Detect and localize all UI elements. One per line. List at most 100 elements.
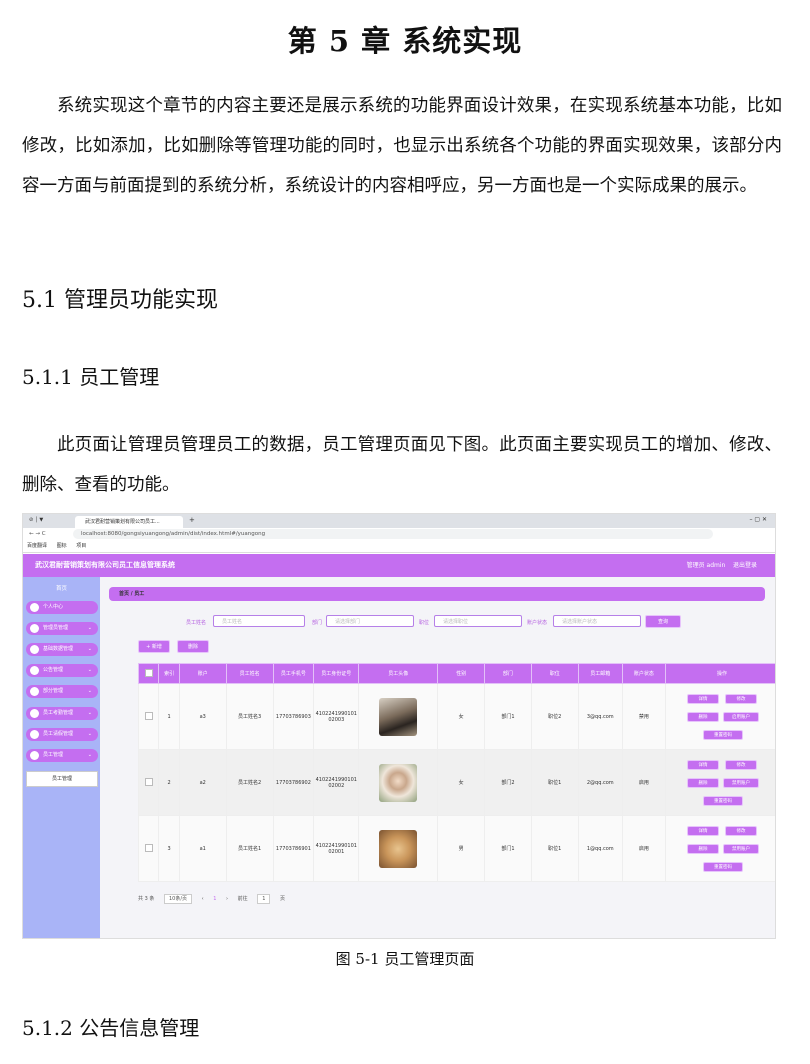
row-actions: 详情 修改 删除 禁用账户 重置密码 [667, 824, 775, 874]
search-post-select[interactable]: 请选择职位 [434, 615, 522, 627]
query-button[interactable]: 查询 [645, 615, 681, 628]
chapter-title: 第 5 章 系统实现 [287, 24, 523, 58]
cell-name: 员工姓名1 [225, 815, 274, 882]
cell-account: a3 [178, 683, 227, 750]
add-button[interactable]: + 新增 [138, 640, 170, 653]
logout-link[interactable]: 退出登录 [733, 562, 757, 569]
cell-post: 职位2 [530, 683, 579, 750]
table-row: 3 a1 员工姓名1 17703786901 41022419901010200… [137, 815, 775, 882]
reset-password-button[interactable]: 重置密码 [703, 795, 743, 806]
cell-account: a2 [178, 749, 227, 816]
cell-email: 1@qq.com [577, 815, 623, 882]
enable-account-button[interactable]: 启用账户 [723, 711, 759, 722]
browser-tabbar: ⊘ │ ▼ 武汉君耐营销策划有限公司员工... + – ▢ ✕ [23, 514, 775, 528]
reset-password-button[interactable]: 重置密码 [703, 729, 743, 740]
section-heading-5-1-1: 5.1.1 员工管理 [22, 365, 160, 389]
app-header: 武汉君耐营销策划有限公司员工信息管理系统 管理员 admin 退出登录 [23, 554, 775, 577]
intro-paragraph: 系统实现这个章节的内容主要还是展示系统的功能界面设计效果，在实现系统基本功能，比… [22, 96, 782, 196]
cell-phone: 17703786903 [272, 683, 315, 750]
col-header: 部门 [484, 663, 532, 684]
cell-post: 职位1 [530, 749, 579, 816]
detail-button[interactable]: 详情 [687, 825, 719, 836]
edit-button[interactable]: 修改 [725, 759, 757, 770]
window-controls-icon[interactable]: – ▢ ✕ [749, 516, 767, 523]
bookmark-item[interactable]: 百度翻译 [27, 543, 47, 549]
edit-button[interactable]: 修改 [725, 825, 757, 836]
cell-idcard: 410224199010102003 [313, 683, 360, 750]
table-header-row: 索引 账户 员工姓名 员工手机号 员工身份证号 员工头像 性别 部门 职位 员工… [137, 663, 775, 684]
row-delete-button[interactable]: 删除 [687, 777, 719, 788]
url-field[interactable]: localhost:8080/gongsiyuangong/admin/dist… [73, 529, 713, 539]
col-header: 操作 [665, 663, 775, 684]
bookmark-item[interactable]: 图标 [57, 543, 67, 549]
cell-phone: 17703786901 [272, 815, 315, 882]
sidebar-item[interactable]: 员工请假管理 ⌄ [26, 728, 98, 741]
avatar-photo [379, 697, 418, 736]
cell-status: 启用 [621, 815, 667, 882]
menu-icon [30, 709, 39, 718]
sidebar-item[interactable]: 个人中心 [26, 601, 98, 614]
sidebar-item[interactable]: 管理员管理 ⌄ [26, 622, 98, 635]
sidebar-item[interactable]: 部分管理 ⌄ [26, 685, 98, 698]
select-all-checkbox[interactable] [137, 663, 160, 684]
sidebar-item[interactable]: 基础数据管理 ⌄ [26, 643, 98, 656]
section-heading-5-1-2: 5.1.2 公告信息管理 [22, 1016, 200, 1040]
row-actions: 详情 修改 删除 禁用账户 重置密码 [667, 758, 775, 808]
employee-table: 索引 账户 员工姓名 员工手机号 员工身份证号 员工头像 性别 部门 职位 员工… [137, 663, 775, 882]
cell-email: 2@qq.com [577, 749, 623, 816]
pager-total: 共 3 条 [138, 896, 155, 902]
disable-account-button[interactable]: 禁用账户 [723, 777, 759, 788]
col-header: 员工身份证号 [313, 663, 360, 684]
disable-account-button[interactable]: 禁用账户 [723, 843, 759, 854]
cell-index: 3 [158, 815, 180, 882]
delete-button[interactable]: 删除 [177, 640, 209, 653]
sidebar-item[interactable]: 公告管理 ⌄ [26, 664, 98, 677]
menu-icon [30, 624, 39, 633]
table-row: 1 a3 员工姓名3 17703786903 41022419901010200… [137, 683, 775, 750]
avatar-photo [379, 829, 418, 868]
search-status-label: 账户状态 [527, 620, 548, 626]
search-name-input[interactable]: 员工姓名 [213, 615, 305, 627]
sidebar-subitem-active[interactable]: 员工管理 [26, 771, 98, 787]
pager-goto-label: 前往 [237, 896, 248, 902]
bookmark-item[interactable]: 项目 [76, 543, 86, 549]
browser-controls-icon: ⊘ │ ▼ [29, 517, 44, 523]
pager-next-icon[interactable]: › [226, 896, 228, 902]
pager-prev-icon[interactable]: ‹ [202, 896, 204, 902]
browser-tab[interactable]: 武汉君耐营销策划有限公司员工... [75, 516, 183, 528]
nav-arrows-icon[interactable]: ← → C [29, 528, 46, 540]
cell-gender: 男 [437, 815, 485, 882]
col-header: 员工姓名 [225, 663, 274, 684]
detail-button[interactable]: 详情 [687, 759, 719, 770]
search-post-label: 职位 [419, 620, 430, 626]
col-header: 账户状态 [621, 663, 667, 684]
row-checkbox[interactable] [137, 815, 160, 882]
search-dept-label: 部门 [312, 620, 323, 626]
detail-button[interactable]: 详情 [687, 693, 719, 704]
col-header: 员工手机号 [272, 663, 315, 684]
address-bar-row: ← → C localhost:8080/gongsiyuangong/admi… [23, 528, 775, 540]
row-delete-button[interactable]: 删除 [687, 843, 719, 854]
row-checkbox[interactable] [137, 749, 160, 816]
cell-name: 员工姓名2 [225, 749, 274, 816]
pager-page[interactable]: 1 [213, 896, 216, 902]
pager-goto-input[interactable]: 1 [257, 894, 271, 904]
row-actions: 详情 修改 删除 启用账户 重置密码 [667, 692, 775, 742]
pager-goto-unit: 页 [279, 896, 285, 902]
cell-dept: 部门1 [484, 815, 532, 882]
user-icon [30, 603, 39, 612]
reset-password-button[interactable]: 重置密码 [703, 861, 743, 872]
new-tab-icon[interactable]: + [189, 516, 195, 524]
cell-dept: 部门2 [484, 749, 532, 816]
search-status-select[interactable]: 请选择账户状态 [553, 615, 641, 627]
row-checkbox[interactable] [137, 683, 160, 750]
pager-size-select[interactable]: 10条/页 [163, 894, 193, 904]
sidebar-item[interactable]: 员工考勤管理 ⌄ [26, 707, 98, 720]
sidebar-item[interactable]: 员工管理 ⌄ [26, 749, 98, 762]
search-dept-select[interactable]: 请选择部门 [326, 615, 414, 627]
sidebar-home[interactable]: 首页 [23, 584, 100, 592]
edit-button[interactable]: 修改 [725, 693, 757, 704]
menu-icon [30, 730, 39, 739]
row-delete-button[interactable]: 删除 [687, 711, 719, 722]
col-header: 账户 [178, 663, 227, 684]
